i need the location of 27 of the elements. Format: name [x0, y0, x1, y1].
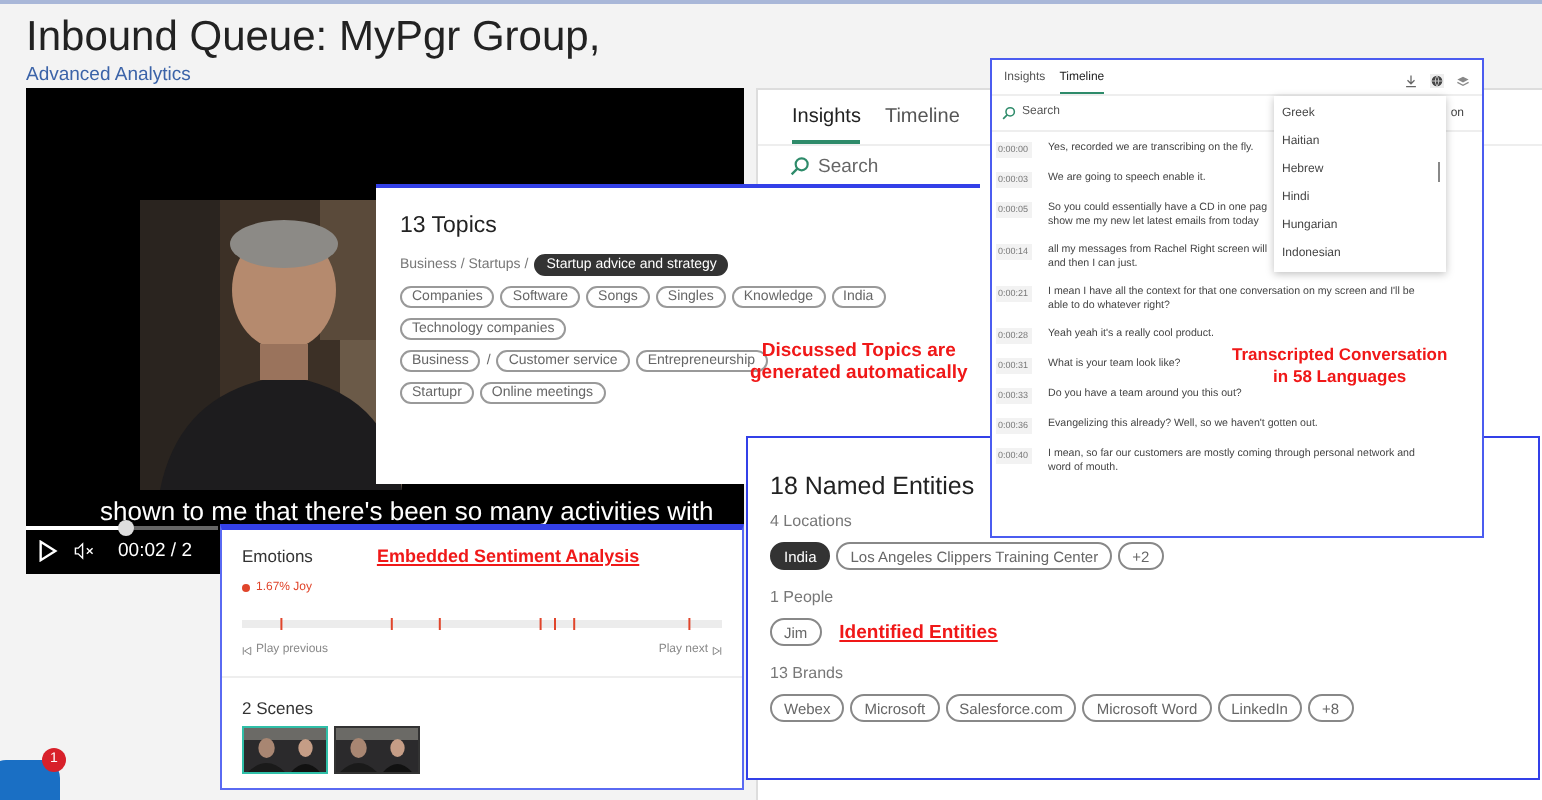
scene-thumbnail[interactable] — [334, 726, 420, 774]
tab[interactable]: Insights — [792, 96, 861, 144]
video-subtitle: shown to me that there's been so many activities with — [100, 496, 714, 526]
skip-back-icon — [242, 645, 252, 655]
annotation: Identified Entities — [839, 621, 998, 643]
section-title: 18 Named Entities — [770, 472, 977, 500]
mute-icon[interactable] — [74, 540, 94, 562]
globe-icon[interactable] — [1430, 73, 1444, 87]
video-time: 00:02 / 2 — [118, 540, 192, 562]
group-heading: 1 People — [770, 588, 836, 606]
download-icon[interactable] — [1404, 73, 1418, 87]
search-icon — [790, 156, 810, 176]
section-title: Emotions — [242, 546, 313, 566]
skip-forward-icon — [712, 645, 722, 655]
section-title: 2 Scenes — [242, 698, 315, 718]
page-title: Inbound Queue: MyPgr Group, — [26, 14, 601, 62]
annotation: Embedded Sentiment Analysis — [376, 546, 640, 566]
group-heading: 4 Locations — [770, 512, 854, 530]
breadcrumb-link[interactable]: Advanced Analytics — [26, 64, 191, 86]
scene-thumbnail[interactable] — [242, 726, 328, 774]
tab[interactable]: Timeline — [884, 96, 960, 144]
annotation: Transcripted Conversation in 58 Languages — [1232, 344, 1448, 388]
section-title: 13 Topics — [400, 214, 499, 238]
group-heading: 13 Brands — [770, 664, 845, 682]
layers-icon[interactable] — [1456, 73, 1470, 87]
search-icon — [1002, 106, 1016, 120]
play-icon[interactable] — [38, 540, 58, 562]
